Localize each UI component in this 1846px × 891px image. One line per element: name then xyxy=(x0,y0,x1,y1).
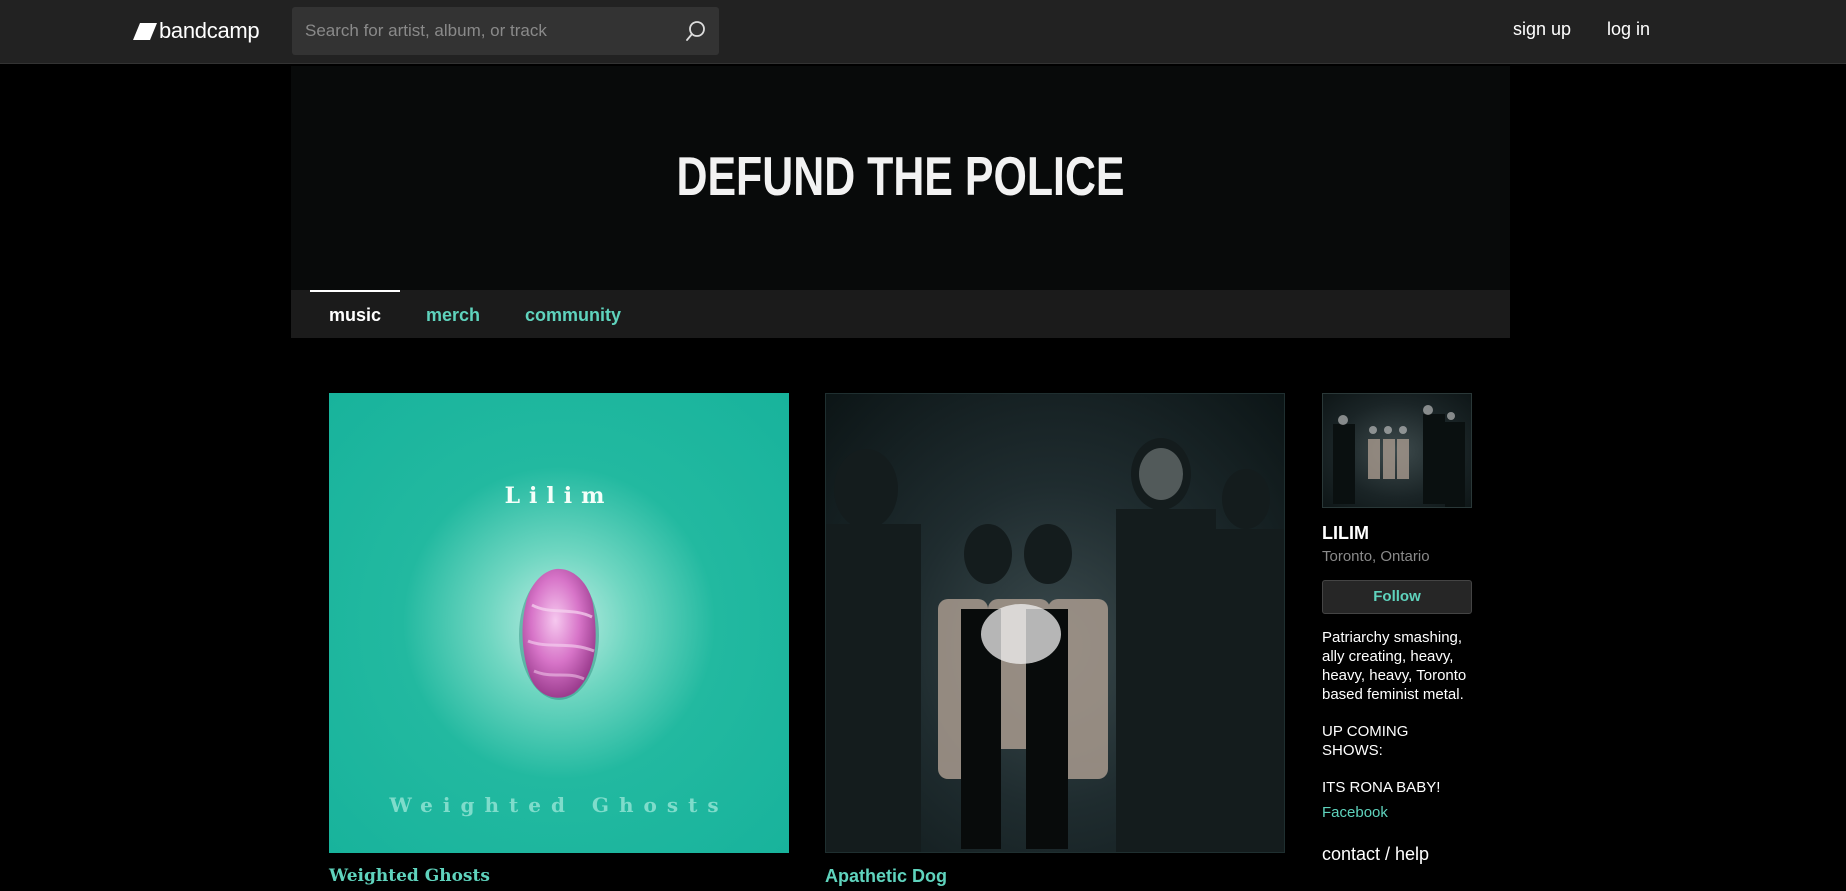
band-photo-image xyxy=(1333,405,1465,507)
header-title: DEFUND THE POLICE xyxy=(676,145,1125,207)
album-cover-apathetic-dog[interactable] xyxy=(825,393,1285,853)
cover-band-text: Lilim xyxy=(504,483,614,509)
bandcamp-logo-icon xyxy=(133,22,157,40)
album-card: Apathetic Dog xyxy=(825,393,1285,887)
band-nav-tabs: music merch community xyxy=(291,290,1510,338)
contact-help-link[interactable]: contact / help xyxy=(1322,844,1472,865)
tab-merch[interactable]: merch xyxy=(426,290,480,338)
band-info-sidebar: LILIM Toronto, Ontario Follow Patriarchy… xyxy=(1322,393,1472,865)
cocoon-figure-image xyxy=(519,568,599,700)
album-title-link[interactable]: Weighted Ghosts xyxy=(329,866,789,886)
follow-button[interactable]: Follow xyxy=(1322,580,1472,614)
album-cover-weighted-ghosts[interactable]: Lilim Weighted Ghosts xyxy=(329,393,789,853)
band-location: Toronto, Ontario xyxy=(1322,548,1430,565)
bandcamp-logo[interactable]: bandcamp xyxy=(133,16,260,46)
brand-name: bandcamp xyxy=(159,18,260,43)
band-page-column: DEFUND THE POLICE music merch community xyxy=(291,66,1510,338)
bio-paragraph: ITS RONA BABY! xyxy=(1322,779,1441,796)
search-icon[interactable] xyxy=(685,20,707,42)
band-photo-image xyxy=(826,438,1284,852)
sign-up-link[interactable]: sign up xyxy=(1513,19,1571,40)
search-input[interactable] xyxy=(292,7,672,55)
band-bio: Patriarchy smashing, ally creating, heav… xyxy=(1322,628,1472,797)
log-in-link[interactable]: log in xyxy=(1607,19,1650,40)
band-name[interactable]: LILIM xyxy=(1322,523,1472,544)
band-photo[interactable] xyxy=(1322,393,1472,508)
tab-music[interactable]: music xyxy=(309,290,401,338)
bio-paragraph: Patriarchy smashing, ally creating, heav… xyxy=(1322,629,1467,703)
album-title-link[interactable]: Apathetic Dog xyxy=(825,866,1285,887)
custom-header-image[interactable]: DEFUND THE POLICE xyxy=(291,66,1510,290)
tab-community[interactable]: community xyxy=(525,290,621,338)
album-card: Lilim Weighted Ghosts Weighted Ghosts xyxy=(329,393,789,886)
top-nav-bar: bandcamp sign up log in xyxy=(0,0,1846,64)
bio-paragraph: UP COMING SHOWS: xyxy=(1322,723,1409,759)
search-box xyxy=(292,7,719,55)
facebook-link[interactable]: Facebook xyxy=(1322,804,1472,821)
cover-album-text: Weighted Ghosts xyxy=(389,793,729,817)
